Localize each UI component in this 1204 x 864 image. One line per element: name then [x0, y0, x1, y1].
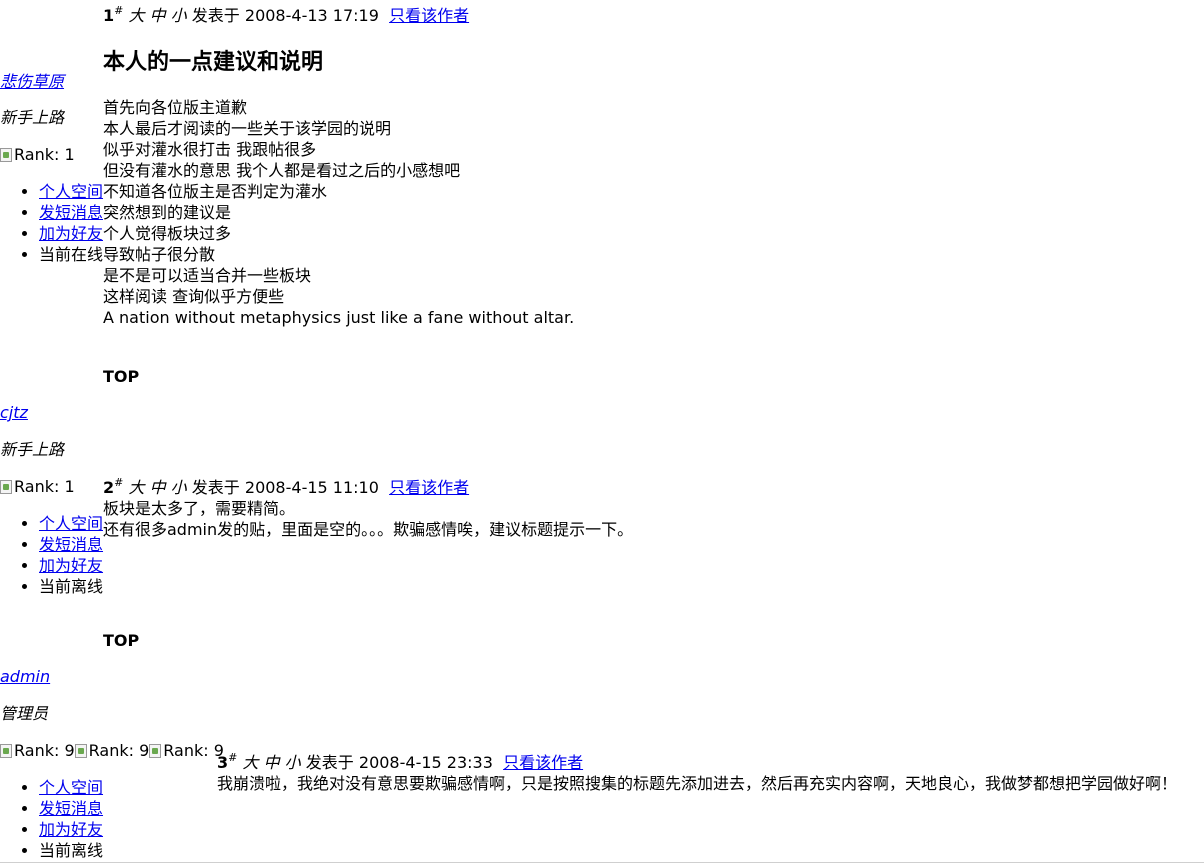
font-size-large-link[interactable]: 大 [242, 753, 258, 772]
menu-item-status: 当前离线 [39, 840, 103, 861]
bottom-divider [0, 862, 1204, 863]
broken-image-icon [0, 479, 12, 494]
rank-alt-text: Rank: 9 [14, 741, 75, 760]
post-floor-mark: # [114, 476, 124, 489]
menu-item-space[interactable]: 个人空间 [39, 513, 103, 534]
author-menu: 个人空间 发短消息 加为好友 当前离线 [0, 777, 103, 861]
post-line: 导致帖子很分散 [103, 245, 216, 264]
menu-item-space[interactable]: 个人空间 [39, 777, 103, 798]
post-timestamp: 2008-4-13 17:19 [244, 6, 379, 25]
rank-alt-text: Rank: 1 [14, 477, 75, 496]
font-size-medium-link[interactable]: 中 [150, 478, 166, 497]
broken-image-icon [0, 743, 12, 758]
post-line: 板块是太多了，需要精简。 [103, 499, 296, 518]
posted-label: 发表于 [191, 6, 240, 25]
menu-item-add-friend[interactable]: 加为好友 [39, 223, 103, 244]
only-author-link[interactable]: 只看该作者 [389, 6, 469, 25]
top-link[interactable]: TOP [103, 630, 139, 651]
rank-images: Rank: 1 [0, 476, 75, 497]
post-2-body: 板块是太多了，需要精简。 还有很多admin发的贴，里面是空的。。。欺骗感情唉，… [103, 498, 633, 540]
post-floor-mark: # [114, 4, 124, 17]
author-name-link[interactable]: 悲伤草原 [0, 71, 64, 92]
menu-item-space[interactable]: 个人空间 [39, 181, 103, 202]
menu-item-add-friend[interactable]: 加为好友 [39, 555, 103, 576]
post-line: 但没有灌水的意思 我个人都是看过之后的小感想吧 [103, 161, 461, 180]
author-name-link[interactable]: cjtz [0, 402, 28, 423]
font-size-medium-link[interactable]: 中 [264, 753, 280, 772]
post-1-body: 首先向各位版主道歉 本人最后才阅读的一些关于该学园的说明 似乎对灌水很打击 我跟… [103, 97, 574, 328]
only-author-link[interactable]: 只看该作者 [389, 478, 469, 497]
post-1-header: 1# 大 中 小 发表于 2008-4-13 17:19 只看该作者 [103, 4, 469, 28]
rank-alt-text: Rank: 9 [163, 741, 224, 760]
post-line: 突然想到的建议是 [103, 203, 232, 222]
menu-item-status: 当前离线 [39, 576, 103, 597]
rank-images: Rank: 9 Rank: 9 Rank: 9 [0, 740, 224, 761]
post-3-header: 3# 大 中 小 发表于 2008-4-15 23:33 只看该作者 [217, 751, 583, 775]
post-line: 还有很多admin发的贴，里面是空的。。。欺骗感情唉，建议标题提示一下。 [103, 520, 634, 539]
font-size-medium-link[interactable]: 中 [150, 6, 166, 25]
post-line: 个人觉得板块过多 [103, 224, 232, 243]
post-signature: A nation without metaphysics just like a… [103, 308, 575, 327]
author-name-link[interactable]: admin [0, 666, 50, 687]
post-line: 首先向各位版主道歉 [103, 98, 248, 117]
author-group: 管理员 [0, 704, 49, 723]
menu-item-message[interactable]: 发短消息 [39, 202, 103, 223]
menu-item-message[interactable]: 发短消息 [39, 534, 103, 555]
broken-image-icon [149, 743, 162, 758]
author-group: 新手上路 [0, 440, 65, 459]
author-name[interactable]: cjtz [0, 403, 28, 422]
post-line: 似乎对灌水很打击 我跟帖很多 [103, 140, 317, 159]
author-name[interactable]: admin [0, 667, 50, 686]
broken-image-icon [74, 743, 87, 758]
post-floor-number: 3 [217, 753, 229, 772]
post-floor-number: 2 [103, 478, 115, 497]
font-size-small-link[interactable]: 小 [171, 478, 187, 497]
post-line: 本人最后才阅读的一些关于该学园的说明 [103, 119, 392, 138]
post-3-body: 我崩溃啦，我绝对没有意思要欺骗感情啊，只是按照搜集的标题先添加进去，然后再充实内… [217, 773, 1177, 794]
post-timestamp: 2008-4-15 23:33 [358, 753, 493, 772]
font-size-large-link[interactable]: 大 [128, 6, 144, 25]
author-menu: 个人空间 发短消息 加为好友 当前离线 [0, 513, 103, 597]
only-author-link[interactable]: 只看该作者 [503, 753, 583, 772]
post-floor-mark: # [228, 751, 238, 764]
post-line: 我崩溃啦，我绝对没有意思要欺骗感情啊，只是按照搜集的标题先添加进去，然后再充实内… [217, 774, 1178, 793]
menu-item-message[interactable]: 发短消息 [39, 798, 103, 819]
posted-label: 发表于 [305, 753, 354, 772]
font-size-small-link[interactable]: 小 [171, 6, 187, 25]
post-floor-number: 1 [103, 6, 115, 25]
post-title: 本人的一点建议和说明 [103, 50, 324, 75]
rank-alt-text: Rank: 1 [14, 145, 75, 164]
font-size-large-link[interactable]: 大 [128, 478, 144, 497]
post-2-header: 2# 大 中 小 发表于 2008-4-15 11:10 只看该作者 [103, 476, 469, 500]
post-line: 不知道各位版主是否判定为灌水 [103, 182, 328, 201]
top-link[interactable]: TOP [103, 366, 139, 387]
broken-image-icon [0, 147, 12, 162]
rank-alt-text: Rank: 9 [88, 741, 150, 760]
author-group: 新手上路 [0, 108, 65, 127]
author-menu: 个人空间 发短消息 加为好友 当前在线 [0, 181, 103, 265]
posted-label: 发表于 [191, 478, 240, 497]
author-name[interactable]: 悲伤草原 [0, 72, 64, 91]
rank-images: Rank: 1 [0, 144, 75, 165]
post-line: 是不是可以适当合并一些板块 [103, 266, 312, 285]
menu-item-add-friend[interactable]: 加为好友 [39, 819, 103, 840]
post-timestamp: 2008-4-15 11:10 [244, 478, 379, 497]
menu-item-status: 当前在线 [39, 244, 103, 265]
font-size-small-link[interactable]: 小 [285, 753, 301, 772]
post-line: 这样阅读 查询似乎方便些 [103, 287, 285, 306]
